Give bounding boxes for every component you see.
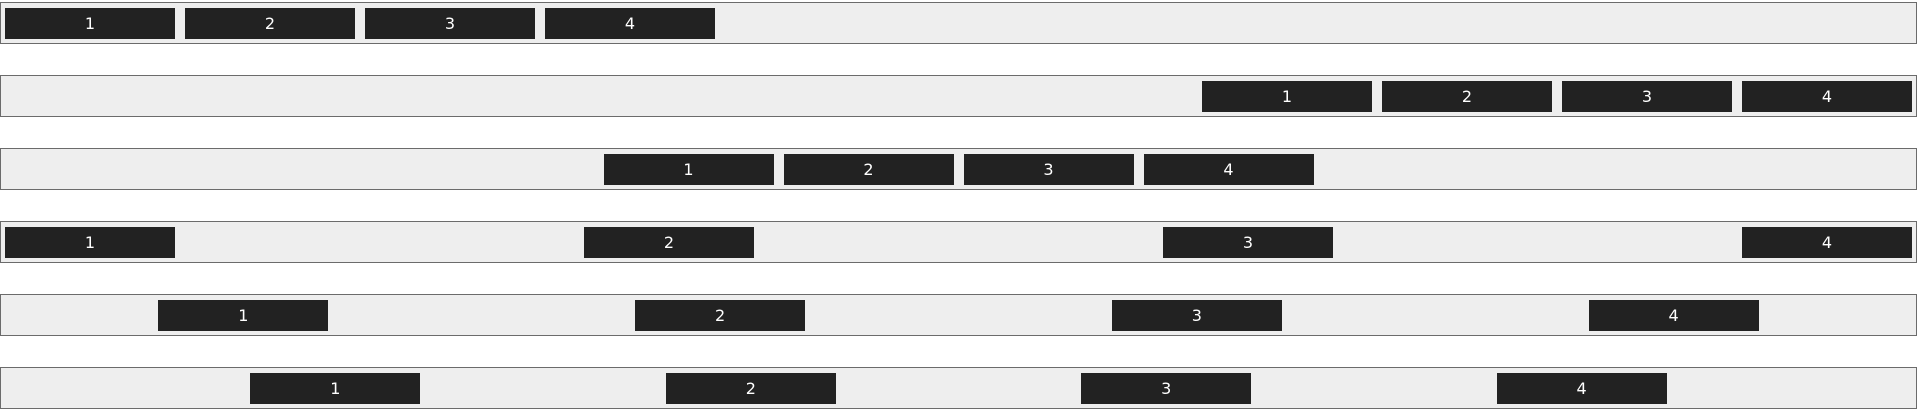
flex-item-3: 3 [365,7,535,39]
flex-row-space-around: 1 2 3 4 [0,294,1917,336]
flex-item-2: 2 [783,153,954,185]
flex-item-1: 1 [250,372,421,404]
flex-item-3: 3 [963,153,1134,185]
flex-row-space-evenly: 1 2 3 4 [0,367,1917,409]
flex-item-1: 1 [158,299,329,331]
flex-item-1: 1 [603,153,774,185]
flex-item-3: 3 [1562,80,1732,112]
flex-item-1: 1 [5,7,175,39]
flex-item-2: 2 [1382,80,1552,112]
flex-row-start: 1 2 3 4 [0,2,1917,44]
flex-item-2: 2 [665,372,836,404]
flex-item-3: 3 [1081,372,1252,404]
flex-item-4: 4 [1143,153,1314,185]
flex-item-4: 4 [1496,372,1667,404]
flex-row-end: 1 2 3 4 [0,75,1917,117]
flex-item-3: 3 [1163,226,1333,258]
flex-row-space-between: 1 2 3 4 [0,221,1917,263]
flex-item-3: 3 [1111,299,1282,331]
flex-item-2: 2 [635,299,806,331]
flex-item-2: 2 [185,7,355,39]
flex-item-2: 2 [584,226,754,258]
flex-item-1: 1 [1202,80,1372,112]
flex-row-center: 1 2 3 4 [0,148,1917,190]
flex-item-4: 4 [545,7,715,39]
flex-item-4: 4 [1588,299,1759,331]
flex-item-1: 1 [5,226,175,258]
flex-item-4: 4 [1742,80,1912,112]
flex-item-4: 4 [1742,226,1912,258]
